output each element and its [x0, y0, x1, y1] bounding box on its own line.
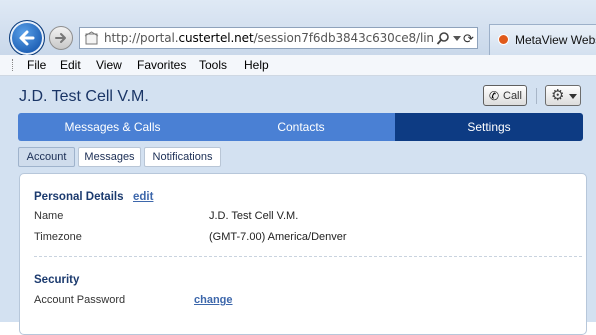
personal-details-heading: Personal Details [34, 191, 124, 203]
subtab-notifications[interactable]: Notifications [144, 147, 221, 167]
search-icon[interactable] [436, 31, 450, 46]
phone-icon: ✆ [489, 89, 500, 103]
browser-tab[interactable]: MetaView Webs [489, 24, 596, 55]
account-password-label: Account Password [34, 294, 126, 306]
name-value: J.D. Test Cell V.M. [209, 210, 299, 222]
address-url: http://portal.custertel.net/session7f6db… [104, 31, 434, 45]
subtab-messages[interactable]: Messages [78, 147, 141, 167]
menu-tools[interactable]: Tools [199, 58, 227, 72]
edit-link[interactable]: edit [133, 191, 153, 203]
back-arrow-icon [19, 30, 35, 46]
name-label: Name [34, 210, 64, 222]
gear-icon: ⚙ [551, 87, 565, 104]
back-button[interactable] [9, 20, 45, 56]
call-label: Call [503, 90, 522, 102]
forward-button[interactable] [49, 26, 73, 50]
app-area: J.D. Test Cell V.M. ✆ Call ⚙ Messages & … [0, 76, 596, 335]
site-favicon [498, 34, 509, 45]
address-bar[interactable]: http://portal.custertel.net/session7f6db… [79, 27, 478, 49]
menu-grip [12, 59, 15, 71]
page-icon [84, 31, 99, 45]
timezone-label: Timezone [34, 231, 82, 243]
address-dropdown-icon[interactable] [453, 36, 461, 41]
tab-settings[interactable]: Settings [395, 113, 583, 141]
main-nav: Messages & Calls Contacts Settings [18, 113, 583, 141]
timezone-value: (GMT-7.00) America/Denver [209, 231, 347, 243]
settings-menu-button[interactable]: ⚙ [545, 85, 581, 106]
security-heading: Security [34, 274, 80, 286]
forward-arrow-icon [55, 33, 66, 43]
refresh-icon[interactable]: ⟳ [463, 31, 477, 46]
toolbar-divider [536, 88, 537, 104]
menu-bar: File Edit View Favorites Tools Help [0, 55, 596, 76]
menu-view[interactable]: View [96, 58, 122, 72]
tab-title: MetaView Webs [515, 33, 596, 47]
section-divider [34, 256, 582, 257]
chevron-down-icon [569, 94, 577, 99]
call-button[interactable]: ✆ Call [483, 85, 527, 106]
tab-messages-calls[interactable]: Messages & Calls [18, 113, 207, 141]
account-panel: Personal Details edit Name J.D. Test Cel… [19, 173, 587, 335]
change-password-link[interactable]: change [194, 294, 233, 306]
menu-favorites[interactable]: Favorites [137, 58, 186, 72]
browser-toolbar: http://portal.custertel.net/session7f6db… [0, 0, 596, 56]
tab-contacts[interactable]: Contacts [207, 113, 395, 141]
subtab-account[interactable]: Account [18, 147, 75, 167]
menu-help[interactable]: Help [244, 58, 269, 72]
menu-file[interactable]: File [27, 58, 46, 72]
menu-edit[interactable]: Edit [60, 58, 81, 72]
page-title: J.D. Test Cell V.M. [19, 88, 149, 105]
